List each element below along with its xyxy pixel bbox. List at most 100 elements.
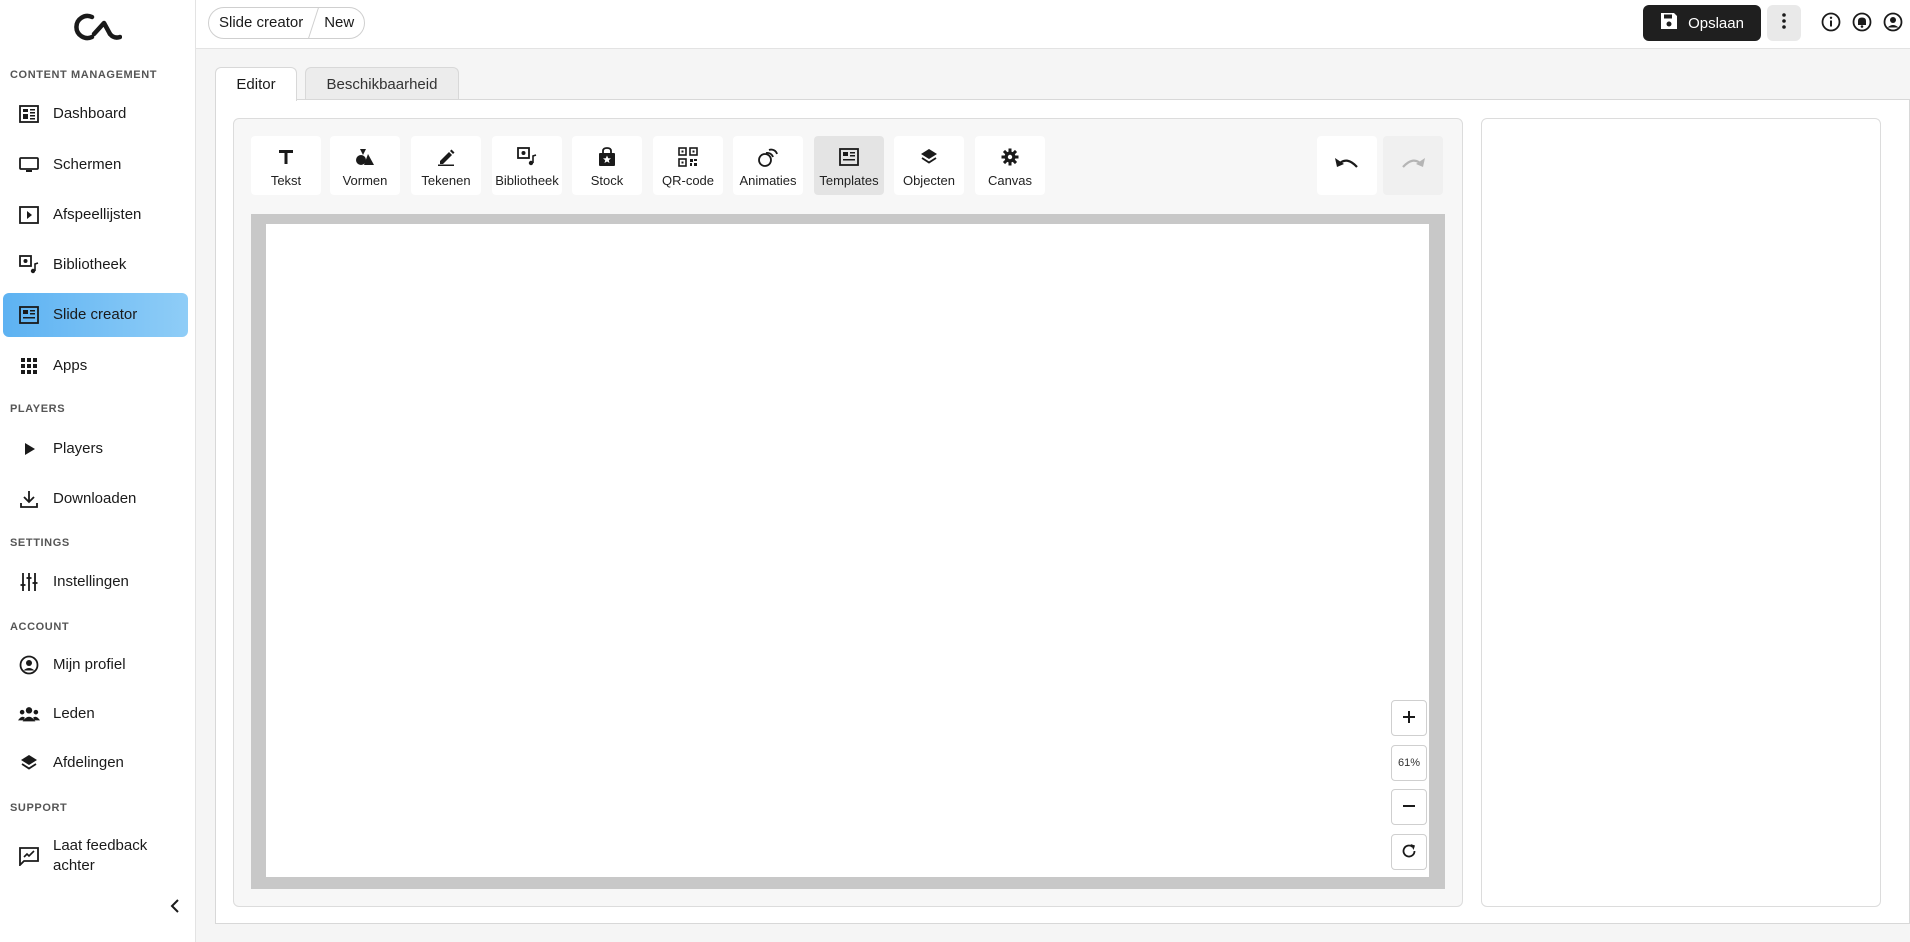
sidebar-item-bibliotheek[interactable]: Bibliotheek xyxy=(3,243,188,287)
sidebar-item-mijn-profiel[interactable]: Mijn profiel xyxy=(3,643,188,687)
section-account: ACCOUNT xyxy=(10,621,70,633)
tool-label: QR-code xyxy=(661,173,715,188)
section-settings: SETTINGS xyxy=(10,537,70,549)
sidebar-item-label: Dashboard xyxy=(53,105,127,122)
tool-objecten[interactable]: Objecten xyxy=(894,136,964,195)
pencil-icon xyxy=(435,146,457,168)
redo-icon xyxy=(1400,155,1426,176)
shapes-icon xyxy=(354,146,376,168)
sliders-icon xyxy=(18,571,40,593)
tab-editor[interactable]: Editor xyxy=(215,67,297,101)
zoom-in-button[interactable] xyxy=(1391,700,1427,736)
account-button[interactable] xyxy=(1882,12,1904,37)
tool-label: Stock xyxy=(590,173,624,188)
feedback-icon xyxy=(18,845,40,867)
sidebar-item-label: Schermen xyxy=(53,156,122,173)
sidebar-item-label: Slide creator xyxy=(53,306,138,323)
section-content-management: CONTENT MANAGEMENT xyxy=(10,69,158,81)
slide-canvas[interactable] xyxy=(266,224,1429,877)
sidebar-item-players[interactable]: Players xyxy=(3,427,188,471)
sidebar-item-label: Afspeellijsten xyxy=(53,206,142,223)
undo-icon xyxy=(1334,155,1360,176)
refresh-icon xyxy=(1401,843,1417,862)
breadcrumb-item-new: New xyxy=(324,14,355,31)
zoom-out-button[interactable] xyxy=(1391,789,1427,825)
tool-label: Animaties xyxy=(739,173,797,188)
tool-bibliotheek[interactable]: Bibliotheek xyxy=(492,136,562,195)
sidebar-item-downloaden[interactable]: Downloaden xyxy=(3,477,188,521)
bell-icon xyxy=(1852,12,1872,37)
undo-button[interactable] xyxy=(1317,136,1377,195)
download-icon xyxy=(18,488,40,510)
tool-tekst[interactable]: Tekst xyxy=(251,136,321,195)
sidebar-item-feedback[interactable]: Laat feedback achter xyxy=(3,832,188,880)
header: Slide creator New Opslaan xyxy=(196,0,1910,49)
dashboard-icon xyxy=(18,103,40,125)
tool-canvas[interactable]: Canvas xyxy=(975,136,1045,195)
logo[interactable] xyxy=(70,12,123,42)
sidebar-item-apps[interactable]: Apps xyxy=(3,344,188,388)
playlist-icon xyxy=(18,204,40,226)
sidebar-item-slide-creator[interactable]: Slide creator xyxy=(3,293,188,337)
sidebar-item-label: Afdelingen xyxy=(53,754,124,771)
sidebar-item-label: Apps xyxy=(53,357,88,374)
floppy-disk-icon xyxy=(1660,12,1678,34)
layers-icon xyxy=(18,752,40,774)
properties-panel xyxy=(1481,118,1881,907)
notifications-button[interactable] xyxy=(1851,12,1873,37)
tool-label: Tekenen xyxy=(421,173,471,188)
info-button[interactable] xyxy=(1820,12,1842,35)
save-button-label: Opslaan xyxy=(1688,14,1744,32)
shopping-bag-star-icon xyxy=(596,146,618,168)
text-icon xyxy=(275,146,297,168)
collapse-sidebar-button[interactable] xyxy=(165,898,185,918)
reset-zoom-button[interactable] xyxy=(1391,834,1427,870)
tool-stock[interactable]: Stock xyxy=(572,136,642,195)
animation-icon xyxy=(757,146,779,168)
tool-label: Templates xyxy=(819,173,879,188)
apps-grid-icon xyxy=(18,355,40,377)
sidebar-item-instellingen[interactable]: Instellingen xyxy=(3,560,188,604)
sidebar-item-label: Bibliotheek xyxy=(53,256,127,273)
sidebar: CONTENT MANAGEMENT Dashboard Schermen Af… xyxy=(0,0,196,942)
sidebar-item-label: Mijn profiel xyxy=(53,656,126,673)
plus-icon xyxy=(1402,710,1416,727)
tool-label: Canvas xyxy=(987,173,1033,188)
tool-templates[interactable]: Templates xyxy=(814,136,884,195)
layers-icon xyxy=(918,146,940,168)
tool-label: Objecten xyxy=(902,173,956,188)
tool-animaties[interactable]: Animaties xyxy=(733,136,803,195)
more-vertical-icon xyxy=(1782,12,1786,34)
more-options-button[interactable] xyxy=(1767,5,1801,41)
sidebar-item-label: Instellingen xyxy=(53,573,129,590)
zoom-level: 61% xyxy=(1391,745,1427,781)
sidebar-item-dashboard[interactable]: Dashboard xyxy=(3,92,188,136)
breadcrumb-item-slide-creator[interactable]: Slide creator xyxy=(209,8,313,38)
minus-icon xyxy=(1402,799,1416,816)
breadcrumb: Slide creator New xyxy=(208,7,366,39)
sidebar-item-afdelingen[interactable]: Afdelingen xyxy=(3,741,188,785)
monitor-icon xyxy=(18,154,40,176)
tool-tekenen[interactable]: Tekenen xyxy=(411,136,481,195)
chevron-left-icon xyxy=(169,898,181,919)
tool-vormen[interactable]: Vormen xyxy=(330,136,400,195)
gear-icon xyxy=(999,146,1021,168)
app: CONTENT MANAGEMENT Dashboard Schermen Af… xyxy=(0,0,1910,942)
tab-beschikbaarheid[interactable]: Beschikbaarheid xyxy=(305,67,459,100)
feedback-label-line1: Laat feedback xyxy=(53,837,148,854)
redo-button[interactable] xyxy=(1383,136,1443,195)
tool-label: Vormen xyxy=(342,173,388,188)
tool-qr-code[interactable]: QR-code xyxy=(653,136,723,195)
media-library-icon xyxy=(18,254,40,276)
sidebar-item-schermen[interactable]: Schermen xyxy=(3,143,188,187)
tool-label: Tekst xyxy=(270,173,302,188)
user-circle-icon xyxy=(1883,12,1903,37)
sidebar-item-label: Laat feedback achter xyxy=(53,836,147,876)
slide-creator-icon xyxy=(18,304,40,326)
sidebar-item-afspeellijsten[interactable]: Afspeellijsten xyxy=(3,193,188,237)
sidebar-item-leden[interactable]: Leden xyxy=(3,692,188,736)
section-support: SUPPORT xyxy=(10,802,68,814)
tool-label: Bibliotheek xyxy=(495,173,559,188)
sidebar-item-label: Leden xyxy=(53,705,95,722)
save-button[interactable]: Opslaan xyxy=(1643,5,1761,41)
